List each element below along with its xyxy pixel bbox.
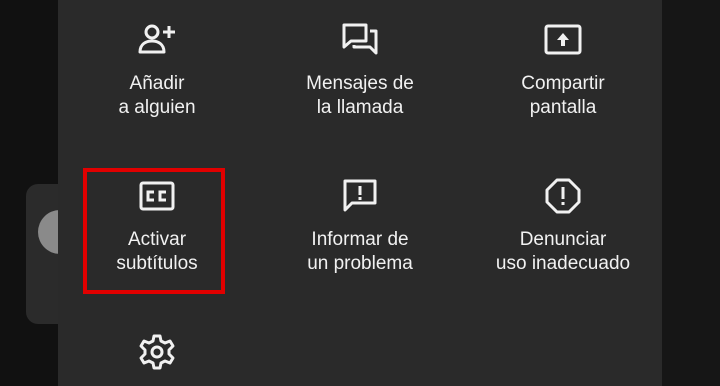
closed-captions-icon [135,174,179,218]
call-messages-label: Mensajes de la llamada [306,73,414,118]
feedback-icon [338,174,382,218]
chat-icon [338,18,382,62]
captions-button[interactable]: Activar subtítulos [67,174,247,276]
person-add-icon [135,18,179,62]
share-screen-label: Compartir pantalla [521,73,605,118]
present-screen-icon [541,18,585,62]
share-screen-button[interactable]: Compartir pantalla [473,18,653,120]
report-problem-label: Informar de un problema [307,229,413,274]
backdrop-edge [662,0,720,386]
more-options-sheet: Añadir a alguien Mensajes de la llamada … [58,0,662,386]
captions-label: Activar subtítulos [116,229,198,274]
add-people-button[interactable]: Añadir a alguien [67,18,247,120]
report-octagon-icon [541,174,585,218]
settings-button[interactable] [67,330,247,374]
gear-icon [135,330,179,374]
report-problem-button[interactable]: Informar de un problema [270,174,450,276]
report-abuse-button[interactable]: Denunciar uso inadecuado [473,174,653,276]
report-abuse-label: Denunciar uso inadecuado [495,229,631,274]
call-messages-button[interactable]: Mensajes de la llamada [270,18,450,120]
add-people-label: Añadir a alguien [118,73,196,118]
